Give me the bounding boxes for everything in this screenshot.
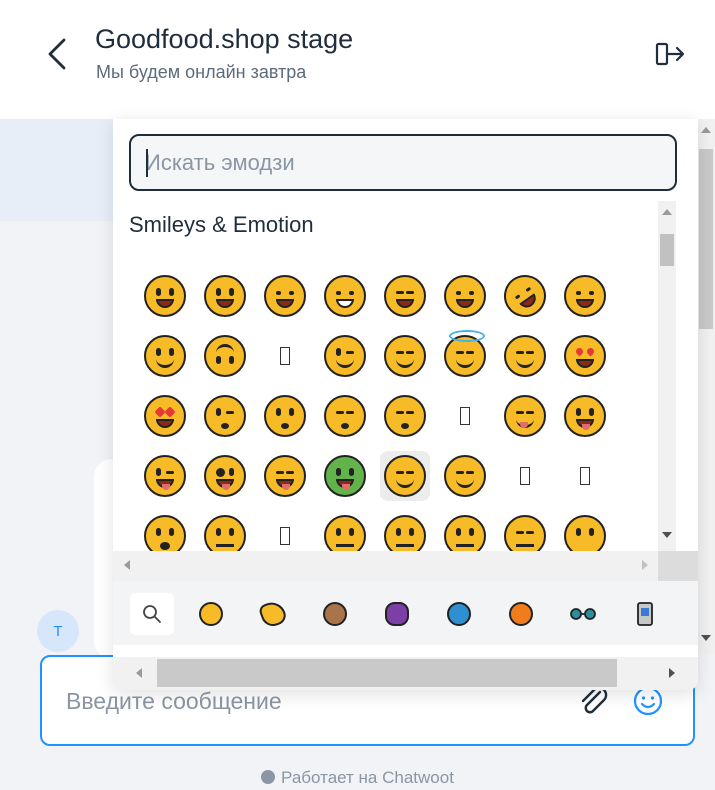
emoji-row bbox=[135, 506, 615, 551]
emoji-grid-scrollbar[interactable] bbox=[658, 201, 676, 551]
emoji-face-blowing-a-kiss[interactable] bbox=[195, 386, 255, 446]
emoji-face-with-tears-of-joy[interactable] bbox=[555, 266, 615, 326]
availability-status: Мы будем онлайн завтра bbox=[96, 62, 307, 82]
category-smileys-emotion[interactable] bbox=[189, 593, 233, 635]
scroll-up-arrow[interactable] bbox=[701, 127, 711, 133]
category-animals-nature[interactable] bbox=[313, 593, 357, 635]
category-activities[interactable] bbox=[499, 593, 543, 635]
emoji-smiling-face-with-heart-eyes[interactable] bbox=[555, 326, 615, 386]
symbols-icon bbox=[637, 602, 653, 626]
emoji-zany-face[interactable] bbox=[195, 446, 255, 506]
emoji-grinning-squinting-face[interactable] bbox=[375, 266, 435, 326]
emoji-smiling-face-with-hearts[interactable] bbox=[495, 326, 555, 386]
emoji-kissing-face[interactable] bbox=[255, 386, 315, 446]
scroll-left-arrow[interactable] bbox=[136, 668, 142, 678]
emoji-face-with-open-eyes-and-hand[interactable] bbox=[135, 506, 195, 551]
scrollbar-thumb[interactable] bbox=[699, 149, 713, 329]
scroll-left-arrow[interactable] bbox=[124, 560, 130, 570]
emoji-category-bar bbox=[113, 581, 698, 645]
emoji-unsupported-glyph[interactable] bbox=[495, 446, 555, 506]
branding-text: Работает на Chatwoot bbox=[281, 768, 454, 787]
emoji-winking-face[interactable] bbox=[315, 326, 375, 386]
emoji-unsupported-glyph[interactable] bbox=[435, 386, 495, 446]
message-list-scrollbar[interactable] bbox=[697, 119, 715, 654]
category-food-drink[interactable] bbox=[375, 593, 419, 635]
emoji-squinting-face-with-tongue[interactable] bbox=[255, 446, 315, 506]
objects-icon bbox=[570, 608, 596, 620]
scroll-down-arrow[interactable] bbox=[701, 635, 711, 641]
emoji-row bbox=[135, 326, 615, 386]
emoji-smiling-face-with-open-hands[interactable] bbox=[380, 451, 430, 501]
emoji-upside-down-face[interactable] bbox=[195, 326, 255, 386]
branding-footer[interactable]: Работает на Chatwoot bbox=[0, 768, 715, 788]
emoji-beaming-face[interactable] bbox=[315, 266, 375, 326]
emoji-face-without-mouth[interactable] bbox=[555, 506, 615, 551]
emoji-thinking-face[interactable] bbox=[195, 506, 255, 551]
emoji-smiling-face-with-smiling-eyes[interactable] bbox=[375, 326, 435, 386]
chevron-left-icon bbox=[48, 38, 66, 70]
animals-nature-icon bbox=[323, 602, 347, 626]
emoji-rolling-on-floor-laughing[interactable] bbox=[495, 266, 555, 326]
text-cursor bbox=[146, 149, 148, 177]
emoji-face-with-tongue[interactable] bbox=[555, 386, 615, 446]
scroll-right-arrow[interactable] bbox=[642, 560, 648, 570]
back-button[interactable] bbox=[44, 36, 72, 72]
scrollbar-thumb[interactable] bbox=[157, 659, 617, 687]
emoji-kissing-face-with-closed-eyes[interactable] bbox=[315, 386, 375, 446]
chatwoot-logo-icon bbox=[261, 770, 276, 784]
scrollbar-thumb[interactable] bbox=[660, 234, 674, 266]
emoji-smiling-face-with-halo[interactable] bbox=[435, 326, 495, 386]
emoji-row bbox=[135, 386, 615, 446]
emoji-unsupported-glyph[interactable] bbox=[255, 506, 315, 551]
end-conversation-button[interactable] bbox=[652, 40, 692, 70]
category-travel-places[interactable] bbox=[437, 593, 481, 635]
page-title: Goodfood.shop stage bbox=[95, 24, 354, 54]
emoji-unsupported-glyph[interactable] bbox=[555, 446, 615, 506]
category-people-body[interactable] bbox=[251, 593, 295, 635]
emoji-zipper-mouth-face[interactable] bbox=[315, 506, 375, 551]
emoji-face-savoring-food[interactable] bbox=[495, 386, 555, 446]
people-body-icon bbox=[257, 598, 289, 630]
exit-icon bbox=[655, 42, 685, 66]
category-symbols[interactable] bbox=[623, 593, 667, 635]
travel-places-icon bbox=[447, 602, 471, 626]
emoji-money-mouth-face[interactable] bbox=[315, 446, 375, 506]
emoji-slightly-smiling-face[interactable] bbox=[135, 326, 195, 386]
search-icon bbox=[143, 605, 161, 623]
emoji-picker: Smileys & Emotion bbox=[113, 119, 698, 690]
smileys-emotion-icon bbox=[199, 602, 223, 626]
scrollbar-corner bbox=[658, 551, 698, 581]
chat-widget: Goodfood.shop stage Мы будем онлайн завт… bbox=[0, 0, 715, 790]
emoji-neutral-face[interactable] bbox=[435, 506, 495, 551]
activities-icon bbox=[509, 602, 533, 626]
emoji-grinning-face-with-big-eyes[interactable] bbox=[195, 266, 255, 326]
emoji-row bbox=[135, 266, 615, 326]
emoji-grinning-face-with-smiling-eyes[interactable] bbox=[255, 266, 315, 326]
emoji-row bbox=[135, 446, 615, 506]
picker-horizontal-scrollbar[interactable] bbox=[113, 657, 698, 690]
emoji-grinning-face-with-sweat[interactable] bbox=[435, 266, 495, 326]
emoji-category-title: Smileys & Emotion bbox=[129, 212, 314, 237]
emoji-kissing-face-with-smiling-eyes[interactable] bbox=[375, 386, 435, 446]
scroll-up-arrow[interactable] bbox=[662, 209, 672, 215]
emoji-grinning-face[interactable] bbox=[135, 266, 195, 326]
emoji-star-struck[interactable] bbox=[135, 386, 195, 446]
emoji-winking-face-with-tongue[interactable] bbox=[135, 446, 195, 506]
scroll-down-arrow[interactable] bbox=[662, 532, 672, 538]
food-drink-icon bbox=[385, 602, 409, 626]
chat-header: Goodfood.shop stage Мы будем онлайн завт… bbox=[0, 0, 715, 119]
emoji-expressionless-face[interactable] bbox=[495, 506, 555, 551]
emoji-search-box bbox=[129, 134, 677, 191]
emoji-grid-horizontal-scrollbar[interactable] bbox=[113, 551, 658, 581]
emoji-face-with-hand-over-mouth[interactable] bbox=[435, 446, 495, 506]
category-search[interactable] bbox=[130, 593, 174, 635]
emoji-search-input[interactable] bbox=[145, 148, 665, 178]
avatar: T bbox=[37, 610, 79, 652]
emoji-grid bbox=[135, 266, 615, 551]
category-objects[interactable] bbox=[561, 593, 605, 635]
emoji-unsupported-glyph[interactable] bbox=[255, 326, 315, 386]
scroll-right-arrow[interactable] bbox=[669, 668, 675, 678]
emoji-face-with-raised-eyebrow[interactable] bbox=[375, 506, 435, 551]
